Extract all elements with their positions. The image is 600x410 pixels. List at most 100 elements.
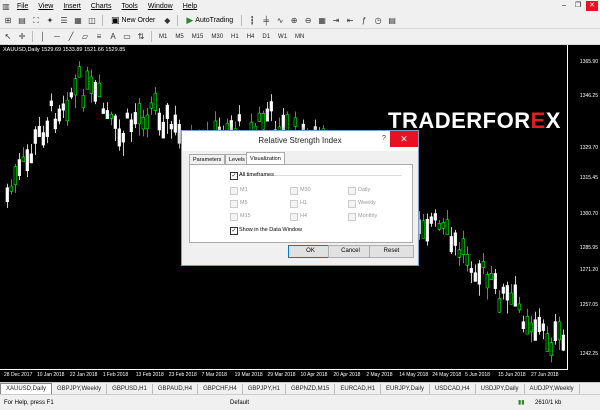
timeframe-mn[interactable]: MN [292, 31, 307, 43]
timeframe-m30[interactable]: M30 [208, 31, 226, 43]
menu-help[interactable]: Help [178, 3, 202, 10]
line-chart-icon[interactable]: ∿ [274, 15, 286, 27]
timeframe-m5-checkbox[interactable] [230, 200, 238, 208]
timeframe-h4[interactable]: H4 [244, 31, 258, 43]
data-window-icon[interactable]: ☰ [58, 15, 70, 27]
menu-window[interactable]: Window [143, 3, 178, 10]
reset-button[interactable]: Reset [369, 245, 414, 258]
terminal-icon[interactable]: ▦ [72, 15, 84, 27]
label-icon[interactable]: ▭ [121, 31, 133, 43]
channel-icon[interactable]: ▱ [79, 31, 91, 43]
candle-body [97, 82, 101, 98]
new-order-label: New Order [121, 17, 156, 24]
navigator-icon[interactable]: ✦ [44, 15, 56, 27]
chart-tab[interactable]: EURCAD,H1 [335, 384, 382, 394]
menu-charts[interactable]: Charts [86, 3, 117, 10]
trendline-icon[interactable]: ╱ [65, 31, 77, 43]
close-icon[interactable]: ✕ [586, 1, 598, 11]
market-watch-icon[interactable]: ⛶ [30, 15, 42, 27]
tile-windows-icon[interactable]: ▦ [316, 15, 328, 27]
horizontal-line-icon[interactable]: ─ [51, 31, 63, 43]
chart-tab[interactable]: GBPCHF,H4 [198, 384, 243, 394]
metaeditor-icon[interactable]: ◆ [161, 15, 173, 27]
menu-tools[interactable]: Tools [116, 3, 142, 10]
timeframe-weekly-checkbox[interactable] [348, 200, 356, 208]
candle-body [37, 126, 41, 137]
show-in-data-window-checkbox[interactable]: ✓ [230, 227, 238, 235]
time-axis-label: 20 Apr 2018 [333, 372, 361, 378]
fibonacci-icon[interactable]: ≡ [93, 31, 105, 43]
crosshair-icon[interactable]: ✛ [16, 31, 28, 43]
time-axis-label: 13 Feb 2018 [135, 372, 164, 378]
zoom-in-icon[interactable]: ⊕ [288, 15, 300, 27]
timeframe-m1[interactable]: M1 [156, 31, 170, 43]
timeframe-daily-checkbox[interactable] [348, 187, 356, 195]
chart-tab[interactable]: GBPNZD,M15 [286, 384, 336, 394]
candle-body [117, 128, 121, 147]
templates-icon[interactable]: ▤ [386, 15, 398, 27]
indicators-icon[interactable]: ƒ [358, 15, 370, 27]
autoscroll-icon[interactable]: ⇤ [344, 15, 356, 27]
autotrading-button[interactable]: ▶ AutoTrading [182, 14, 237, 28]
timeframe-m30-checkbox[interactable] [290, 187, 298, 195]
chart-tab[interactable]: GBPJPY,Weekly [52, 384, 108, 394]
bar-chart-icon[interactable]: ┇ [246, 15, 258, 27]
cursor-icon[interactable]: ↖ [2, 31, 14, 43]
chart-tab[interactable]: GBPAUD,H4 [153, 384, 199, 394]
connection-icon: ▮▮ [518, 400, 525, 406]
timeframe-m15[interactable]: M15 [189, 31, 207, 43]
candle-body [57, 108, 61, 122]
timeframe-h1[interactable]: H1 [228, 31, 242, 43]
cancel-button[interactable]: Cancel [328, 245, 373, 258]
timeframe-m5[interactable]: M5 [172, 31, 186, 43]
candle-body [161, 121, 165, 139]
text-icon[interactable]: A [107, 31, 119, 43]
menu-insert[interactable]: Insert [58, 3, 86, 10]
candle-body [533, 319, 537, 341]
timeframe-monthly-checkbox[interactable] [348, 213, 356, 221]
timeframe-d1[interactable]: D1 [259, 31, 273, 43]
ok-button[interactable]: OK [288, 245, 333, 258]
chart-tab[interactable]: USDJPY,Daily [476, 384, 525, 394]
new-chart-icon[interactable]: ⊞ [2, 15, 14, 27]
candle-body [85, 70, 89, 90]
timeframe-h1-checkbox[interactable] [290, 200, 298, 208]
chart-tab[interactable]: GBPUSD,H1 [107, 384, 153, 394]
all-timeframes-checkbox[interactable]: ✓ [230, 172, 238, 180]
tester-icon[interactable]: ◫ [86, 15, 98, 27]
new-order-button[interactable]: ▣ New Order [107, 14, 159, 28]
periods-icon[interactable]: ◷ [372, 15, 384, 27]
vertical-line-icon[interactable]: │ [37, 31, 49, 43]
chart-shift-icon[interactable]: ⇥ [330, 15, 342, 27]
candlestick-icon[interactable]: ╪ [260, 15, 272, 27]
arrows-icon[interactable]: ⇅ [135, 31, 147, 43]
timeframe-h4-checkbox[interactable] [290, 213, 298, 221]
candle-body [465, 253, 469, 266]
menu-view[interactable]: View [33, 3, 58, 10]
timeframe-m1-checkbox[interactable] [230, 187, 238, 195]
chart-tab[interactable]: USDCAD,H4 [430, 384, 476, 394]
chart-tab[interactable]: AUDJPY,Weekly [525, 384, 580, 394]
help-icon[interactable]: ? [382, 135, 386, 142]
restore-icon[interactable]: ❐ [572, 1, 584, 11]
menu-file[interactable]: File [12, 3, 33, 10]
dialog-close-button[interactable]: ✕ [390, 131, 418, 147]
timeframe-m15-checkbox[interactable] [230, 213, 238, 221]
timeframe-w1[interactable]: W1 [275, 31, 290, 43]
toolbar-separator [102, 15, 103, 26]
time-axis-label: 7 Mar 2018 [201, 372, 227, 378]
zoom-out-icon[interactable]: ⊖ [302, 15, 314, 27]
candle-body [89, 76, 93, 94]
candle-wick [23, 147, 24, 158]
window-controls: – ❐ ✕ [558, 1, 598, 11]
candle-body [93, 82, 97, 102]
chart-tabs: XAUUSD,Daily GBPJPY,Weekly GBPUSD,H1 GBPAUD… [0, 382, 600, 394]
candle-body [477, 263, 481, 285]
chart-tab[interactable]: GBPJPY,H1 [243, 384, 287, 394]
chart-tab[interactable]: EURJPY,Daily [381, 384, 430, 394]
menu-bar: ▥ File View Insert Charts Tools Window H… [0, 0, 600, 13]
profiles-icon[interactable]: ▤ [16, 15, 28, 27]
candle-body [501, 286, 505, 294]
chart-tab[interactable]: XAUUSD,Daily [0, 383, 53, 394]
minimize-icon[interactable]: – [558, 1, 570, 11]
